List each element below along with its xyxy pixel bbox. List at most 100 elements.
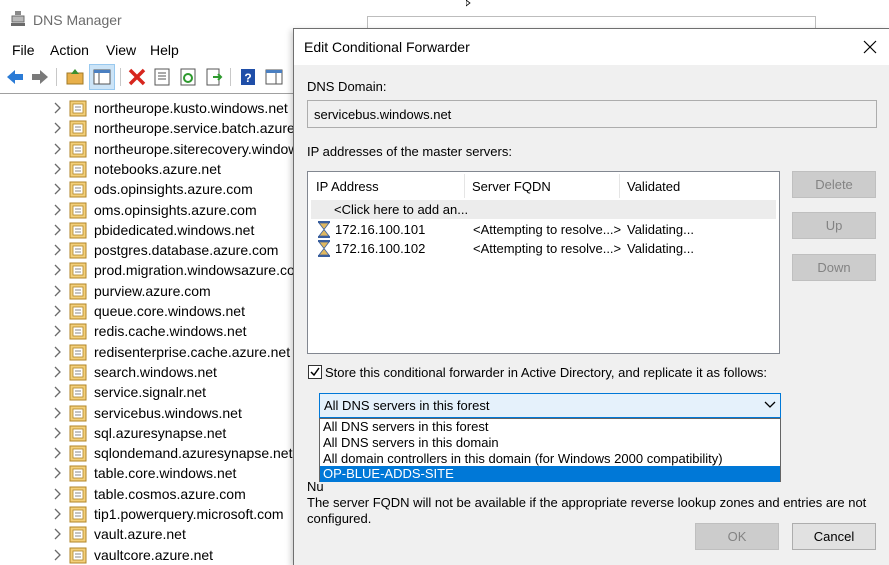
back-arrow-icon[interactable] (5, 67, 25, 87)
tree-item-zone[interactable]: northeurope.service.batch.azure.com (0, 118, 300, 138)
tree-item-zone[interactable]: sql.azuresynapse.net (0, 423, 300, 443)
tree-item-zone[interactable]: northeurope.kusto.windows.net (0, 98, 300, 118)
dns-domain-value: servicebus.windows.net (314, 107, 452, 122)
close-button[interactable] (850, 33, 889, 61)
zone-folder-icon (69, 283, 87, 300)
ok-button[interactable]: OK (695, 523, 779, 550)
column-header-validated-label: Validated (627, 178, 681, 194)
chevron-right-icon[interactable] (52, 426, 62, 440)
chevron-right-icon[interactable] (52, 527, 62, 541)
add-server-row[interactable]: <Click here to add an... (311, 200, 776, 219)
chevron-right-icon[interactable] (52, 365, 62, 379)
master-servers-list[interactable]: IP Address Server FQDN Validated <Click … (307, 171, 780, 354)
menu-bar: File Action View Help (0, 38, 300, 62)
tree-item-zone[interactable]: notebooks.azure.net (0, 159, 300, 179)
chevron-right-icon[interactable] (52, 121, 62, 135)
tree-item-zone[interactable]: table.core.windows.net (0, 463, 300, 483)
tree-item-zone[interactable]: search.windows.net (0, 362, 300, 382)
help-icon[interactable]: ? (238, 67, 258, 87)
tree-item-zone[interactable]: table.cosmos.azure.com (0, 484, 300, 504)
chevron-right-icon[interactable] (52, 548, 62, 562)
chevron-right-icon[interactable] (52, 243, 62, 257)
properties-icon[interactable] (152, 67, 172, 87)
tree-item-zone[interactable]: redis.cache.windows.net (0, 321, 300, 341)
tree-item-zone[interactable]: sqlondemand.azuresynapse.net (0, 443, 300, 463)
replication-option-forest[interactable]: All DNS servers in this forest (320, 419, 780, 435)
chevron-right-icon[interactable] (52, 446, 62, 460)
forward-arrow-icon[interactable] (30, 67, 50, 87)
show-hide-tree-icon[interactable] (92, 67, 112, 87)
dns-domain-label: DNS Domain: (307, 79, 387, 94)
server-validated: Validating... (627, 241, 694, 256)
cancel-button[interactable]: Cancel (792, 523, 876, 550)
chevron-right-icon[interactable] (52, 182, 62, 196)
chevron-right-icon[interactable] (52, 324, 62, 338)
chevron-right-icon[interactable] (52, 142, 62, 156)
tree-item-zone[interactable]: postgres.database.azure.com (0, 240, 300, 260)
zone-folder-icon (69, 547, 87, 564)
up-button[interactable]: Up (792, 212, 876, 239)
tree-item-zone[interactable]: servicebus.windows.net (0, 403, 300, 423)
menu-action[interactable]: Action (50, 42, 89, 58)
tree-item-label: prod.migration.windowsazure.com (94, 262, 300, 279)
column-header-validated[interactable]: Validated (619, 172, 779, 200)
export-icon[interactable] (204, 67, 224, 87)
table-row[interactable]: 172.16.100.102 <Attempting to resolve...… (309, 239, 779, 258)
tree-item-zone[interactable]: queue.core.windows.net (0, 301, 300, 321)
chevron-right-icon[interactable] (52, 284, 62, 298)
tree-item-label: ods.opinsights.azure.com (94, 181, 253, 198)
chevron-right-icon[interactable] (52, 345, 62, 359)
tree-item-zone[interactable]: prod.migration.windowsazure.com (0, 260, 300, 280)
add-server-text: <Click here to add an... (334, 202, 469, 217)
tree-item-zone[interactable]: service.signalr.net (0, 382, 300, 402)
chevron-right-icon[interactable] (52, 507, 62, 521)
tree-item-label: oms.opinsights.azure.com (94, 201, 257, 218)
replication-option-domain-controllers[interactable]: All domain controllers in this domain (f… (320, 451, 780, 467)
tree-item-zone[interactable]: redisenterprise.cache.azure.net (0, 342, 300, 362)
tree-item-zone[interactable]: vaultcore.azure.net (0, 545, 300, 565)
menu-view[interactable]: View (106, 42, 136, 58)
tree-item-zone[interactable]: purview.azure.com (0, 281, 300, 301)
tree-item-zone[interactable]: vault.azure.net (0, 524, 300, 544)
replication-option-domain[interactable]: All DNS servers in this domain (320, 435, 780, 451)
refresh-icon[interactable] (178, 67, 198, 87)
delete-button[interactable]: Delete (792, 171, 876, 198)
tree-item-label: tip1.powerquery.microsoft.com (94, 506, 284, 522)
down-button[interactable]: Down (792, 254, 876, 281)
show-action-pane-icon[interactable] (264, 67, 284, 87)
chevron-right-icon[interactable] (52, 223, 62, 237)
tree-item-zone[interactable]: ods.opinsights.azure.com (0, 179, 300, 199)
replication-option-op-blue-adds-site[interactable]: OP-BLUE-ADDS-SITE (320, 466, 780, 482)
zone-folder-icon (69, 445, 87, 462)
zone-folder-icon (69, 181, 87, 198)
zone-folder-icon (69, 242, 87, 259)
chevron-right-icon[interactable] (52, 101, 62, 115)
replication-scope-value: All DNS servers in this forest (324, 398, 490, 413)
store-in-ad-checkbox[interactable] (308, 365, 322, 379)
tree-item-zone[interactable]: oms.opinsights.azure.com (0, 200, 300, 220)
chevron-right-icon[interactable] (52, 263, 62, 277)
menu-file[interactable]: File (12, 42, 35, 58)
table-row[interactable]: 172.16.100.101 <Attempting to resolve...… (309, 220, 779, 239)
tree-item-zone[interactable]: tip1.powerquery.microsoft.com (0, 504, 300, 524)
chevron-right-icon[interactable] (52, 162, 62, 176)
zone-folder-icon (69, 526, 87, 543)
chevron-right-icon[interactable] (52, 466, 62, 480)
column-header-fqdn[interactable]: Server FQDN (464, 172, 619, 200)
chevron-right-icon[interactable] (52, 487, 62, 501)
delete-icon[interactable] (127, 67, 147, 87)
chevron-right-icon[interactable] (52, 304, 62, 318)
tree-item-zone[interactable]: pbidedicated.windows.net (0, 220, 300, 240)
column-header-ip[interactable]: IP Address (308, 172, 464, 200)
replication-scope-select[interactable]: All DNS servers in this forest (319, 393, 781, 418)
close-icon (863, 40, 877, 54)
chevron-right-icon[interactable] (52, 203, 62, 217)
store-in-ad-label[interactable]: Store this conditional forwarder in Acti… (325, 365, 767, 380)
tree-item-zone[interactable]: northeurope.siterecovery.windowsazure.co… (0, 139, 300, 159)
menu-help[interactable]: Help (150, 42, 179, 58)
up-folder-icon[interactable] (65, 67, 85, 87)
chevron-right-icon[interactable] (52, 385, 62, 399)
checkmark-icon (310, 367, 320, 377)
hourglass-icon (318, 221, 330, 238)
chevron-right-icon[interactable] (52, 406, 62, 420)
